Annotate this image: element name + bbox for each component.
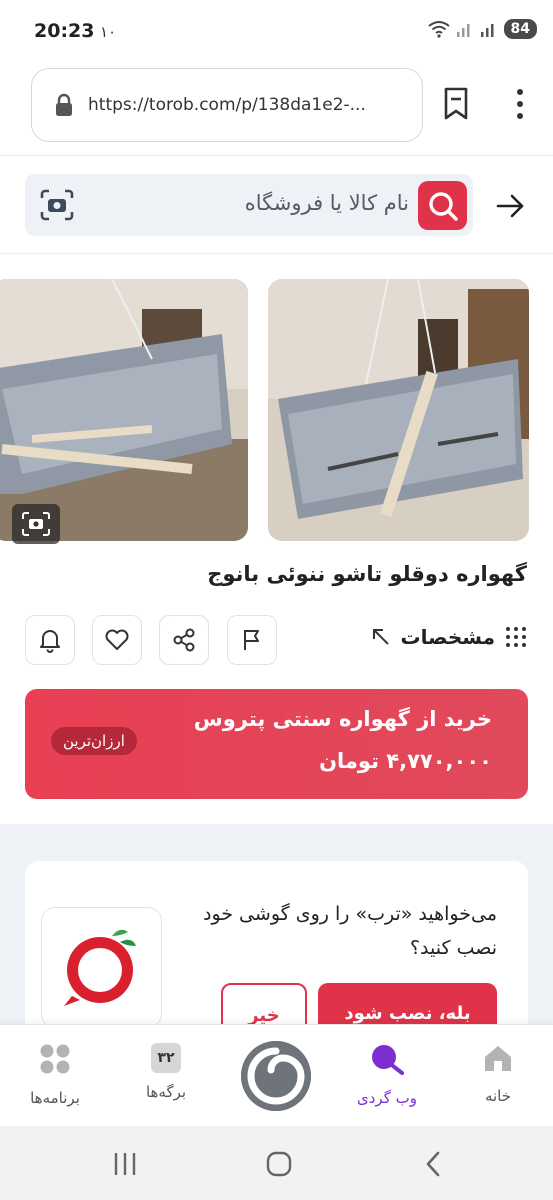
url-text: https://torob.com/p/138da1e2-... bbox=[88, 95, 366, 115]
arrow-right-icon[interactable] bbox=[494, 190, 526, 222]
image-search-button[interactable] bbox=[12, 504, 60, 544]
nav-item-web[interactable]: وب گردی bbox=[342, 1043, 432, 1107]
buy-offer-card[interactable]: خرید از گهواره سنتی پتروس ۴,۷۷۰,۰۰۰ توما… bbox=[25, 689, 528, 799]
torob-logo-icon bbox=[63, 929, 136, 1006]
search-input[interactable]: نام کالا یا فروشگاه bbox=[25, 174, 473, 236]
camera-icon bbox=[22, 512, 50, 536]
arrow-up-left-icon bbox=[372, 629, 389, 645]
search-placeholder: نام کالا یا فروشگاه bbox=[244, 191, 409, 215]
specs-label: مشخصات bbox=[400, 625, 495, 649]
nav-label-home: خانه bbox=[484, 1087, 512, 1105]
nav-item-tabs[interactable]: ۳۲ برگه‌ها bbox=[121, 1043, 211, 1101]
status-time: 20:23 bbox=[34, 20, 95, 42]
specs-link[interactable]: مشخصات bbox=[371, 625, 527, 649]
share-button[interactable] bbox=[159, 615, 209, 665]
favorite-button[interactable] bbox=[92, 615, 142, 665]
browser-toolbar: https://torob.com/p/138da1e2-... bbox=[0, 60, 553, 156]
product-photo-2 bbox=[0, 279, 248, 541]
web-search-icon bbox=[372, 1045, 404, 1075]
home-icon bbox=[485, 1046, 511, 1071]
notify-button[interactable] bbox=[25, 615, 75, 665]
signal-icon-2 bbox=[480, 24, 494, 37]
search-button[interactable] bbox=[418, 181, 467, 230]
home-button-icon[interactable] bbox=[265, 1150, 293, 1178]
nav-item-apps[interactable]: برنامه‌ها bbox=[10, 1043, 100, 1107]
address-bar[interactable]: https://torob.com/p/138da1e2-... bbox=[31, 68, 423, 142]
search-header: نام کالا یا فروشگاه bbox=[0, 156, 553, 254]
nav-label-web: وب گردی bbox=[357, 1089, 417, 1107]
search-icon bbox=[428, 191, 458, 221]
product-photo-1 bbox=[268, 279, 529, 541]
status-bar: 20:23 ١٠ 84 bbox=[0, 0, 553, 60]
nav-label-tabs: برگه‌ها bbox=[145, 1083, 187, 1101]
back-icon[interactable] bbox=[422, 1150, 444, 1178]
tabs-icon: ۳۲ bbox=[151, 1043, 181, 1073]
install-app-card: می‌خواهید «ترب» را روی گوشی خود نصب کنید… bbox=[25, 861, 528, 1051]
bottom-navigation: خانه وب گردی ۳۲ برگه‌ها برنامه‌ها bbox=[0, 1024, 553, 1126]
torob-home-logo[interactable] bbox=[241, 1041, 311, 1111]
camera-search-icon[interactable] bbox=[39, 188, 75, 222]
more-menu-icon[interactable] bbox=[512, 86, 528, 122]
flag-icon bbox=[244, 630, 259, 650]
heart-icon bbox=[105, 629, 129, 650]
nav-label-apps: برنامه‌ها bbox=[30, 1089, 80, 1107]
product-title: گهواره دوقلو تاشو ننوئی بانوج bbox=[207, 562, 527, 586]
apps-icon bbox=[40, 1044, 70, 1074]
grid-dots-icon bbox=[506, 627, 526, 647]
signal-icon bbox=[456, 24, 470, 37]
install-section: می‌خواهید «ترب» را روی گوشی خود نصب کنید… bbox=[0, 824, 553, 1051]
lock-icon bbox=[56, 93, 72, 116]
system-navigation-bar bbox=[0, 1126, 553, 1200]
torob-logo bbox=[41, 907, 162, 1028]
product-image[interactable] bbox=[268, 279, 529, 541]
share-icon bbox=[173, 628, 195, 652]
notification-count: ١٠ bbox=[100, 23, 117, 41]
report-button[interactable] bbox=[227, 615, 277, 665]
offer-price: ۴,۷۷۰,۰۰۰ تومان bbox=[319, 749, 492, 773]
nav-item-home[interactable]: خانه bbox=[453, 1043, 543, 1105]
cheapest-badge: ارزان‌ترین bbox=[51, 727, 137, 755]
install-prompt-text: می‌خواهید «ترب» را روی گوشی خود نصب کنید… bbox=[203, 903, 497, 959]
product-image[interactable] bbox=[0, 279, 248, 541]
bell-icon bbox=[40, 630, 60, 653]
status-icons: 84 bbox=[427, 19, 537, 39]
seller-offer-text: خرید از گهواره سنتی پتروس bbox=[193, 707, 492, 731]
recent-apps-icon[interactable] bbox=[112, 1151, 138, 1177]
wifi-icon bbox=[427, 21, 450, 38]
battery-indicator: 84 bbox=[503, 19, 537, 39]
bookmark-icon[interactable] bbox=[440, 86, 472, 122]
torob-swirl-icon bbox=[241, 1041, 311, 1111]
product-gallery[interactable] bbox=[0, 279, 553, 544]
